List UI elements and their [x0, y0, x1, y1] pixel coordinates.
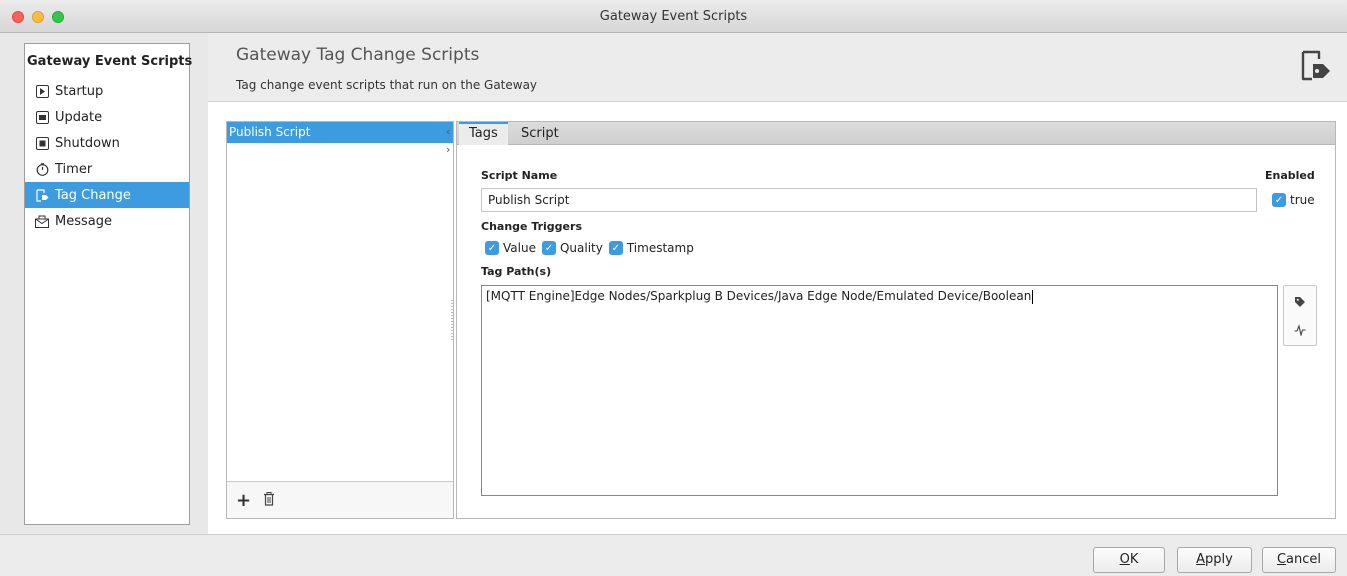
expand-right-arrow-icon[interactable]: › — [446, 143, 450, 156]
ok-mnemonic: O — [1119, 552, 1130, 567]
tag-icon — [1295, 297, 1305, 307]
trigger-label: Value — [503, 241, 536, 255]
trigger-quality-checkbox[interactable]: ✓ Quality — [541, 241, 603, 255]
nav-item-shutdown[interactable]: Shutdown — [25, 130, 189, 156]
left-pane: Gateway Event Scripts Startup Update Shu… — [0, 33, 208, 534]
tab-bar: Tags Script — [457, 122, 1335, 145]
tag-browse-button[interactable] — [1284, 288, 1316, 316]
nav-item-label: Update — [55, 109, 103, 125]
timer-icon — [35, 162, 49, 176]
script-list: Publish Script + — [226, 121, 454, 519]
cancel-label-rest: ancel — [1286, 552, 1322, 567]
change-triggers-label: Change Triggers — [481, 220, 582, 233]
tag-change-header-icon — [1299, 49, 1335, 85]
nav-item-label: Message — [55, 213, 112, 229]
collapse-left-arrow-icon[interactable]: ‹ — [446, 125, 450, 138]
text-caret — [1032, 289, 1034, 304]
update-icon — [35, 110, 49, 124]
splitter-grip[interactable] — [451, 300, 454, 340]
nav-item-startup[interactable]: Startup — [25, 78, 189, 104]
script-name-input[interactable]: Publish Script — [481, 188, 1257, 212]
dialog-button-bar: OK Apply Cancel — [0, 534, 1347, 576]
trigger-label: Quality — [559, 241, 603, 255]
change-triggers-group: ✓ Value ✓ Quality ✓ Timestamp — [485, 241, 700, 255]
nav-item-label: Shutdown — [55, 135, 120, 151]
script-name-label: Script Name — [481, 169, 558, 182]
event-type-list: Gateway Event Scripts Startup Update Shu… — [24, 43, 193, 525]
tab-script[interactable]: Script — [511, 122, 569, 145]
nav-item-timer[interactable]: Timer — [25, 156, 189, 182]
window-title: Gateway Event Scripts — [599, 9, 748, 24]
trigger-label: Timestamp — [626, 241, 694, 255]
trigger-value-checkbox[interactable]: ✓ Value — [485, 241, 536, 255]
tab-tags[interactable]: Tags — [459, 122, 508, 145]
tag-paths-label: Tag Path(s) — [481, 265, 552, 278]
apply-mnemonic: A — [1196, 552, 1206, 567]
shutdown-icon — [35, 136, 49, 150]
nav-item-tag-change[interactable]: Tag Change — [25, 182, 189, 208]
nav-item-label: Startup — [55, 83, 104, 99]
main-content: Publish Script + ‹ › Tags Script Script … — [208, 102, 1347, 534]
nav-item-label: Timer — [55, 161, 93, 177]
trash-icon[interactable] — [263, 492, 277, 508]
page-title: Gateway Tag Change Scripts — [236, 45, 480, 65]
nav-item-label: Tag Change — [55, 187, 131, 203]
page-header: Gateway Tag Change Scripts Tag change ev… — [208, 33, 1347, 102]
enabled-checkbox[interactable]: ✓ true — [1272, 193, 1315, 207]
message-icon — [35, 214, 49, 228]
nav-heading: Gateway Event Scripts — [27, 54, 193, 69]
nav-item-update[interactable]: Update — [25, 104, 189, 130]
enabled-value: true — [1290, 193, 1315, 207]
page-subtitle: Tag change event scripts that run on the… — [236, 78, 538, 92]
ok-button[interactable]: OK — [1093, 547, 1165, 573]
cancel-button[interactable]: Cancel — [1262, 547, 1336, 573]
apply-button[interactable]: Apply — [1177, 547, 1252, 573]
property-browse-button[interactable] — [1284, 316, 1316, 344]
enabled-label: Enabled — [1265, 169, 1315, 182]
tag-paths-textarea[interactable]: [MQTT Engine]Edge Nodes/Sparkplug B Devi… — [481, 285, 1278, 496]
nav-item-message[interactable]: Message — [25, 208, 189, 234]
checkbox-checked-icon: ✓ — [541, 241, 556, 255]
apply-label-rest: pply — [1205, 552, 1233, 567]
list-item-publish-script[interactable]: Publish Script — [227, 122, 453, 143]
title-bar: Gateway Event Scripts — [0, 0, 1347, 33]
checkbox-checked-icon: ✓ — [608, 241, 623, 255]
waveform-icon — [1294, 324, 1306, 336]
trigger-timestamp-checkbox[interactable]: ✓ Timestamp — [608, 241, 694, 255]
script-list-toolbar: + — [227, 481, 453, 518]
startup-icon — [35, 84, 49, 98]
ok-label-rest: K — [1129, 552, 1139, 567]
tag-path-text: [MQTT Engine]Edge Nodes/Sparkplug B Devi… — [486, 289, 1032, 303]
checkbox-checked-icon: ✓ — [485, 241, 499, 255]
checkbox-checked-icon: ✓ — [1272, 193, 1286, 207]
script-editor-panel: Tags Script Script Name Enabled Publish … — [456, 121, 1336, 519]
tag-change-icon — [35, 188, 49, 202]
cancel-mnemonic: C — [1276, 552, 1287, 567]
add-icon[interactable]: + — [236, 490, 251, 511]
tag-path-tools — [1283, 285, 1317, 346]
